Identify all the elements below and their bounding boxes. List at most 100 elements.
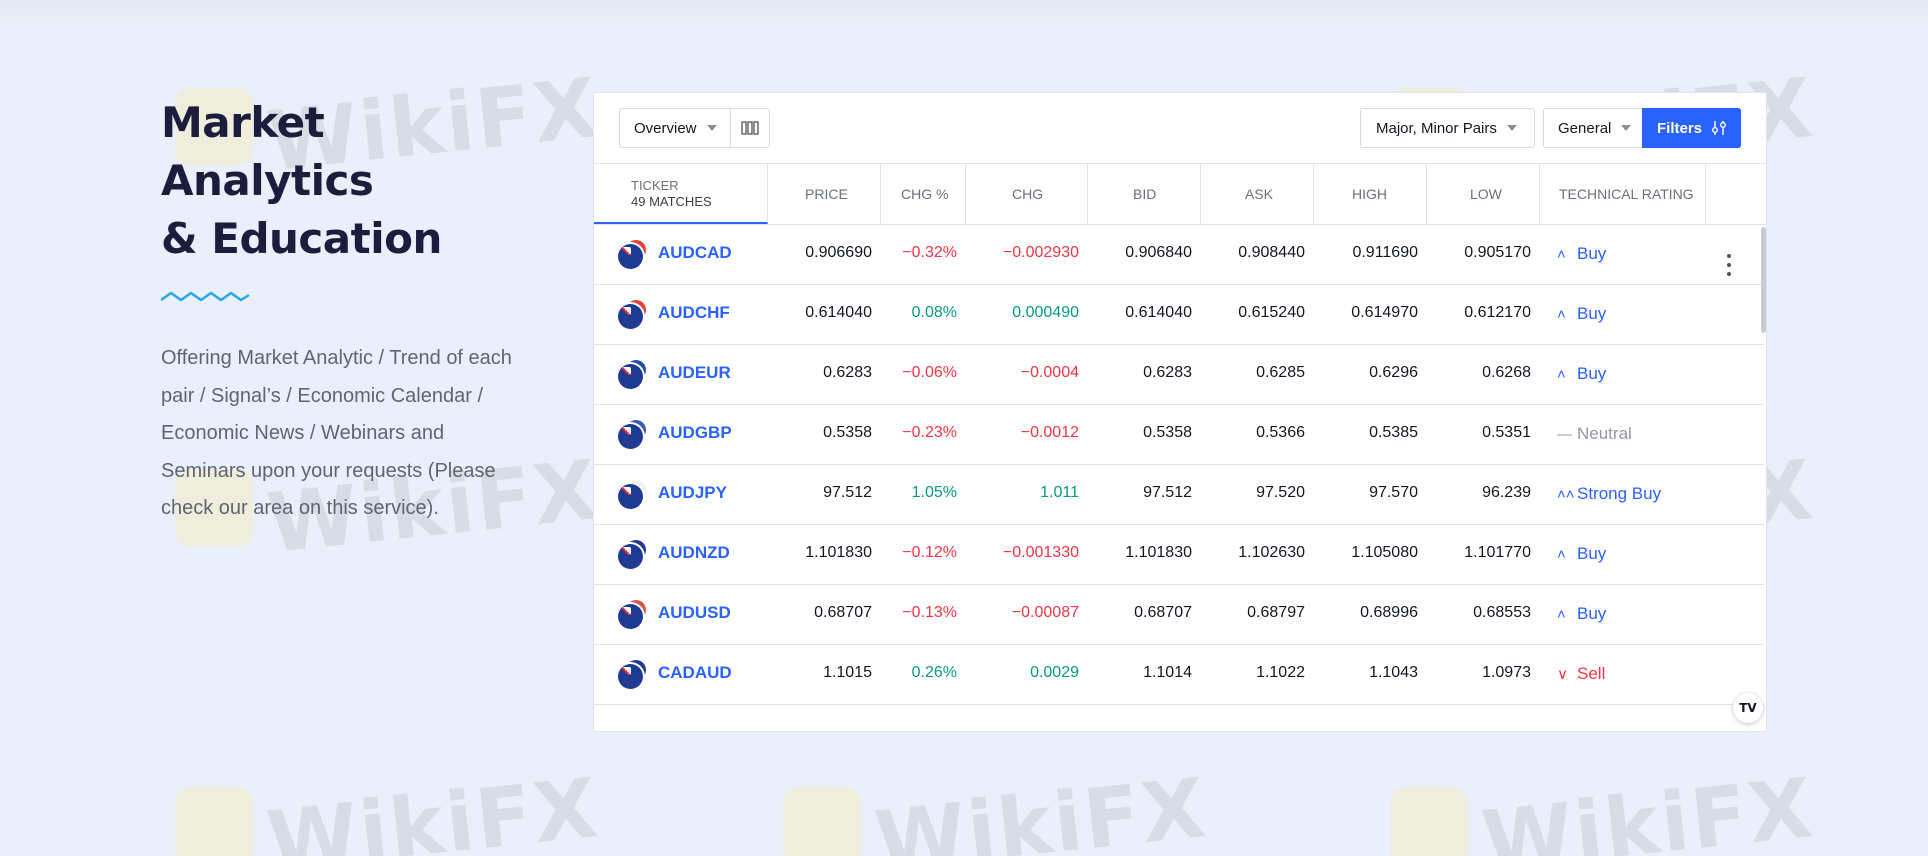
cell-bid: 0.6283 [1143, 364, 1192, 381]
ticker-link[interactable]: AUDGBP [658, 423, 732, 443]
cell-bid: 1.1014 [1143, 664, 1192, 681]
table-row[interactable]: AUDJPY 97.512 1.05% 1.011 97.512 97.520 97.570… [594, 465, 1764, 525]
cell-bid: 97.512 [1143, 484, 1192, 501]
cell-price: 0.6283 [823, 364, 872, 381]
columns-icon [741, 121, 759, 135]
ticker-link[interactable]: AUDEUR [658, 363, 731, 383]
column-header-bid[interactable]: BID [1088, 164, 1201, 224]
table-row[interactable]: AUDGBP 0.5358 −0.23% −0.0012 0.5358 0.5366 0.5… [594, 405, 1764, 465]
column-header-label: ASK [1245, 186, 1274, 202]
technical-rating[interactable]: ∨ Sell [1557, 664, 1605, 684]
column-header-price[interactable]: PRICE [768, 164, 881, 224]
scrollbar-thumb[interactable] [1761, 227, 1766, 333]
column-header-ask[interactable]: ASK [1201, 164, 1314, 224]
watermark: WikiFX [175, 761, 603, 856]
currency-flag-icon [618, 600, 647, 629]
ticker-link[interactable]: AUDCAD [658, 243, 732, 263]
filters-icon [1712, 121, 1727, 135]
ticker-link[interactable]: AUDCHF [658, 303, 730, 323]
ticker-header-label: TICKER [631, 178, 679, 193]
cell-price: 0.614040 [805, 304, 872, 321]
cell-price: 0.68707 [814, 604, 872, 621]
cell-low: 0.612170 [1464, 304, 1531, 321]
ticker-link[interactable]: AUDJPY [658, 483, 727, 503]
technical-rating[interactable]: ˄ Buy [1557, 544, 1606, 564]
chevron-up-icon: ˄ [1557, 246, 1566, 263]
column-header-label: LOW [1470, 186, 1502, 202]
column-header-ticker[interactable]: TICKER 49 MATCHES [594, 164, 768, 224]
column-header-chg-pct[interactable]: CHG % [881, 164, 966, 224]
currency-flag-icon [618, 660, 647, 689]
tradingview-logo-icon[interactable]: TV [1733, 693, 1763, 723]
dash-icon: — [1557, 426, 1572, 443]
ticker-link[interactable]: AUDNZD [658, 543, 730, 563]
matches-count: 49 MATCHES [631, 194, 712, 209]
cell-chg-pct: −0.13% [902, 604, 957, 621]
cell-low: 96.239 [1482, 484, 1531, 501]
ticker-link[interactable]: CADAUD [658, 663, 732, 683]
cell-chg: −0.00087 [1011, 604, 1079, 621]
pairs-select[interactable]: Major, Minor Pairs [1360, 108, 1535, 148]
cell-high: 0.911690 [1352, 244, 1418, 261]
cell-high: 0.6296 [1369, 364, 1418, 381]
cell-price: 97.512 [823, 484, 872, 501]
chevron-down-icon [1621, 125, 1632, 131]
watermark-text: WikiFX [870, 760, 1212, 856]
cell-price: 1.101830 [805, 544, 872, 561]
column-header-technical-rating[interactable]: TECHNICAL RATING [1540, 164, 1706, 224]
watermark: WikiFX [1390, 761, 1818, 856]
filters-button[interactable]: Filters [1642, 108, 1741, 148]
cell-chg: −0.002930 [1002, 244, 1079, 261]
rating-label: Buy [1577, 544, 1607, 563]
columns-button[interactable] [730, 108, 770, 148]
column-header-label: TECHNICAL RATING [1559, 186, 1694, 202]
cell-bid: 1.101830 [1125, 544, 1192, 561]
cell-price: 0.5358 [823, 424, 872, 441]
cell-bid: 0.614040 [1125, 304, 1192, 321]
cell-chg-pct: −0.32% [902, 244, 957, 261]
rating-label: Buy [1577, 244, 1607, 263]
rating-label: Neutral [1577, 424, 1632, 443]
rating-label: Buy [1577, 304, 1607, 323]
currency-flag-icon [618, 480, 647, 509]
table-row[interactable]: AUDCAD 0.906690 −0.32% −0.002930 0.906840 0.9… [594, 225, 1764, 285]
table-row[interactable]: AUDUSD 0.68707 −0.13% −0.00087 0.68707 0.6879… [594, 585, 1764, 645]
technical-rating[interactable]: ˄ Buy [1557, 304, 1606, 324]
cell-ask: 0.908440 [1238, 244, 1305, 261]
technical-rating[interactable]: ˄ Buy [1557, 244, 1606, 264]
chevron-up-icon: ˄ [1557, 306, 1566, 323]
ticker-link[interactable]: AUDUSD [658, 603, 731, 623]
technical-rating[interactable]: ˄ Buy [1557, 364, 1606, 384]
view-select[interactable]: Overview [619, 108, 731, 148]
cell-low: 0.5351 [1482, 424, 1531, 441]
cell-chg-pct: −0.06% [902, 364, 957, 381]
cell-chg: −0.001330 [1002, 544, 1079, 561]
currency-flag-icon [618, 360, 647, 389]
technical-rating[interactable]: ˄˄ Strong Buy [1557, 484, 1661, 504]
table-row[interactable]: AUDNZD 1.101830 −0.12% −0.001330 1.101830 1.1… [594, 525, 1764, 585]
table-row[interactable]: AUDEUR 0.6283 −0.06% −0.0004 0.6283 0.6285 0.6… [594, 345, 1764, 405]
cell-price: 0.906690 [805, 244, 872, 261]
column-header-high[interactable]: HIGH [1314, 164, 1427, 224]
category-select[interactable]: General [1543, 108, 1643, 148]
technical-rating[interactable]: ˄ Buy [1557, 604, 1606, 624]
technical-rating[interactable]: — Neutral [1557, 424, 1632, 444]
currency-flag-icon [618, 420, 647, 449]
cell-chg: 0.0029 [1030, 664, 1079, 681]
rating-label: Strong Buy [1577, 484, 1662, 503]
column-header-chg[interactable]: CHG [966, 164, 1088, 224]
section-intro: Market Analytics & Education Offering Ma… [161, 94, 521, 528]
screener-toolbar: Overview Major, Minor Pairs General Filt… [594, 93, 1766, 164]
cell-low: 0.68553 [1473, 604, 1531, 621]
table-row[interactable]: AUDCHF 0.614040 0.08% 0.000490 0.614040 0.615… [594, 285, 1764, 345]
cell-chg: −0.0004 [1020, 364, 1079, 381]
column-header-low[interactable]: LOW [1427, 164, 1540, 224]
table-row[interactable]: CADAUD 1.1015 0.26% 0.0029 1.1014 1.1022 1.104… [594, 645, 1764, 705]
cell-chg-pct: 1.05% [911, 484, 957, 501]
column-header-label: PRICE [805, 186, 848, 202]
wave-divider-icon [161, 291, 250, 302]
cell-bid: 0.5358 [1143, 424, 1192, 441]
cell-high: 0.614970 [1351, 304, 1418, 321]
cell-bid: 0.906840 [1125, 244, 1192, 261]
chevron-up-icon: ˄ [1557, 366, 1566, 383]
